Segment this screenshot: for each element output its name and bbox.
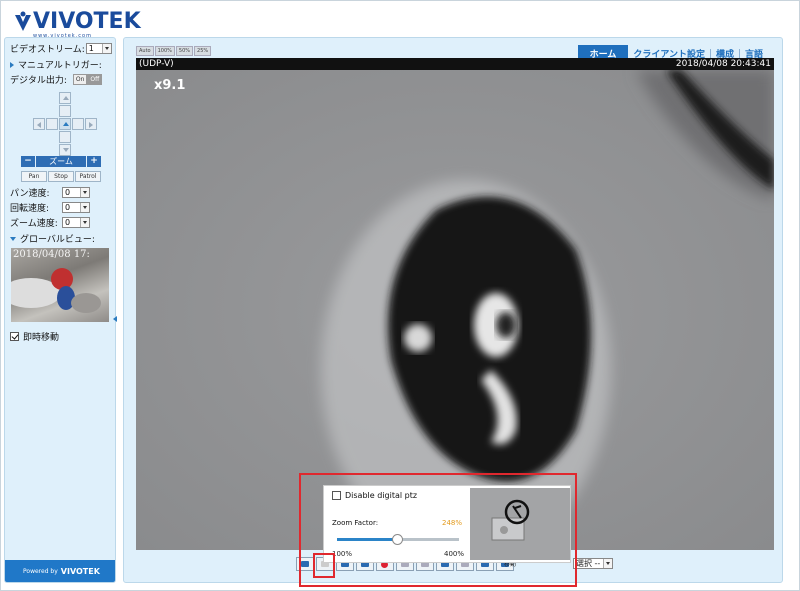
powered-by-label: Powered by <box>23 567 58 575</box>
control-sidebar: ビデオストリーム: 1 マニュアルトリガー: デジタル出力: On Off − … <box>4 37 116 583</box>
patrol-button[interactable]: Patrol <box>75 171 101 182</box>
disable-digital-ptz-row[interactable]: Disable digital ptz <box>332 491 417 500</box>
ptz-left-fine-button[interactable] <box>46 118 58 130</box>
digital-out-off-button[interactable]: Off <box>87 74 103 85</box>
digital-out-on-button[interactable]: On <box>72 74 88 85</box>
zoom-indicator: x9.1 <box>154 78 186 93</box>
ptz-right-button[interactable] <box>85 118 97 130</box>
zoom-label: ズーム <box>36 156 86 167</box>
app-window: VIVOTEK www.vivotek.com ビデオストリーム: 1 マニュア… <box>0 0 800 591</box>
instant-move-row[interactable]: 即時移動 <box>10 330 59 343</box>
zoom-factor-min: 100% <box>332 550 353 558</box>
zoom-speed-row: ズーム速度: 0 <box>10 216 90 229</box>
digital-out-label: デジタル出力: <box>10 76 67 86</box>
vivotek-mark-icon <box>15 11 31 31</box>
zoom-speed-select[interactable]: 0 <box>62 217 90 228</box>
ptz-right-fine-button[interactable] <box>72 118 84 130</box>
zoom-factor-knob[interactable] <box>392 534 404 545</box>
stop-button[interactable]: Stop <box>48 171 74 182</box>
digital-ptz-popup: Disable digital ptz Zoom Factor: 248% 10… <box>323 485 571 563</box>
pan-speed-label: パン速度: <box>10 189 50 199</box>
stream-label: ビデオストリーム: <box>10 45 85 55</box>
zoom-in-button[interactable]: + <box>87 156 101 167</box>
disable-digital-ptz-label: Disable digital ptz <box>345 491 418 500</box>
manual-trigger-row[interactable]: マニュアルトリガー: <box>10 58 102 71</box>
stream-protocol: (UDP-V) <box>139 59 174 69</box>
thumbnail-timestamp: 2018/04/08 17: <box>13 249 90 260</box>
ptz-left-button[interactable] <box>33 118 45 130</box>
digital-out-row: デジタル出力: On Off <box>10 73 103 86</box>
global-view-thumbnail[interactable]: 2018/04/08 17: <box>11 248 109 322</box>
video-datetime: 2018/04/08 20:43:41 <box>675 59 771 69</box>
powered-by-footer: Powered by VIVOTEK <box>5 560 115 582</box>
vivotek-logo: VIVOTEK www.vivotek.com <box>11 5 171 39</box>
zoom-out-button[interactable]: − <box>21 156 35 167</box>
ptz-down-button[interactable] <box>59 144 71 156</box>
tilt-speed-label: 回転速度: <box>10 204 50 214</box>
stream-row: ビデオストリーム: 1 <box>10 42 112 55</box>
instant-move-label: 即時移動 <box>23 333 60 343</box>
zoom-region-preview[interactable] <box>470 488 570 560</box>
tilt-speed-row: 回転速度: 0 <box>10 201 90 214</box>
digital-ptz-button-highlight[interactable] <box>313 553 335 578</box>
zoom-factor-max: 400% <box>444 550 465 558</box>
pan-button[interactable]: Pan <box>21 171 47 182</box>
ptz-home-button[interactable] <box>59 118 71 130</box>
zoom-control: − ズーム + <box>21 156 101 167</box>
zoom-speed-label: ズーム速度: <box>10 219 58 229</box>
global-view-label: グローバルビュー: <box>20 235 95 245</box>
stream-select[interactable]: 1 <box>85 43 112 54</box>
zoom-factor-label: Zoom Factor: <box>332 519 379 527</box>
ptz-direction-pad <box>33 92 97 156</box>
view-tab-25[interactable]: 25% <box>194 46 212 56</box>
view-tab-50[interactable]: 50% <box>175 46 194 56</box>
instant-move-checkbox[interactable] <box>10 332 19 341</box>
powered-by-brand: VIVOTEK <box>60 566 100 576</box>
patrol-buttons: Pan Stop Patrol <box>21 171 101 182</box>
ptz-up-button[interactable] <box>59 92 71 104</box>
preset-select[interactable]: 選択 -- <box>573 558 613 569</box>
manual-trigger-label: マニュアルトリガー: <box>18 61 102 71</box>
zoom-factor-value: 248% <box>442 519 463 527</box>
disable-digital-ptz-checkbox[interactable] <box>332 491 341 500</box>
expand-arrow-icon <box>10 61 14 68</box>
view-tab-100[interactable]: 100% <box>154 46 175 56</box>
view-tab-auto[interactable]: Auto <box>136 46 154 56</box>
pan-speed-select[interactable]: 0 <box>62 187 90 198</box>
ptz-down-fine-button[interactable] <box>59 131 71 143</box>
collapse-arrow-icon <box>10 236 16 241</box>
zoom-factor-slider[interactable] <box>337 534 459 545</box>
zoom-factor-fill <box>337 538 398 541</box>
view-size-tabs: Auto 100% 50% 25% <box>136 46 212 56</box>
tilt-speed-select[interactable]: 0 <box>62 202 90 213</box>
global-view-row[interactable]: グローバルビュー: <box>10 232 95 245</box>
sidebar-collapse-icon[interactable] <box>113 316 117 322</box>
brand-name: VIVOTEK <box>33 9 141 34</box>
video-status-bar: (UDP-V) 2018/04/08 20:43:41 <box>136 58 774 70</box>
pan-speed-row: パン速度: 0 <box>10 186 90 199</box>
ptz-up-fine-button[interactable] <box>59 105 71 117</box>
